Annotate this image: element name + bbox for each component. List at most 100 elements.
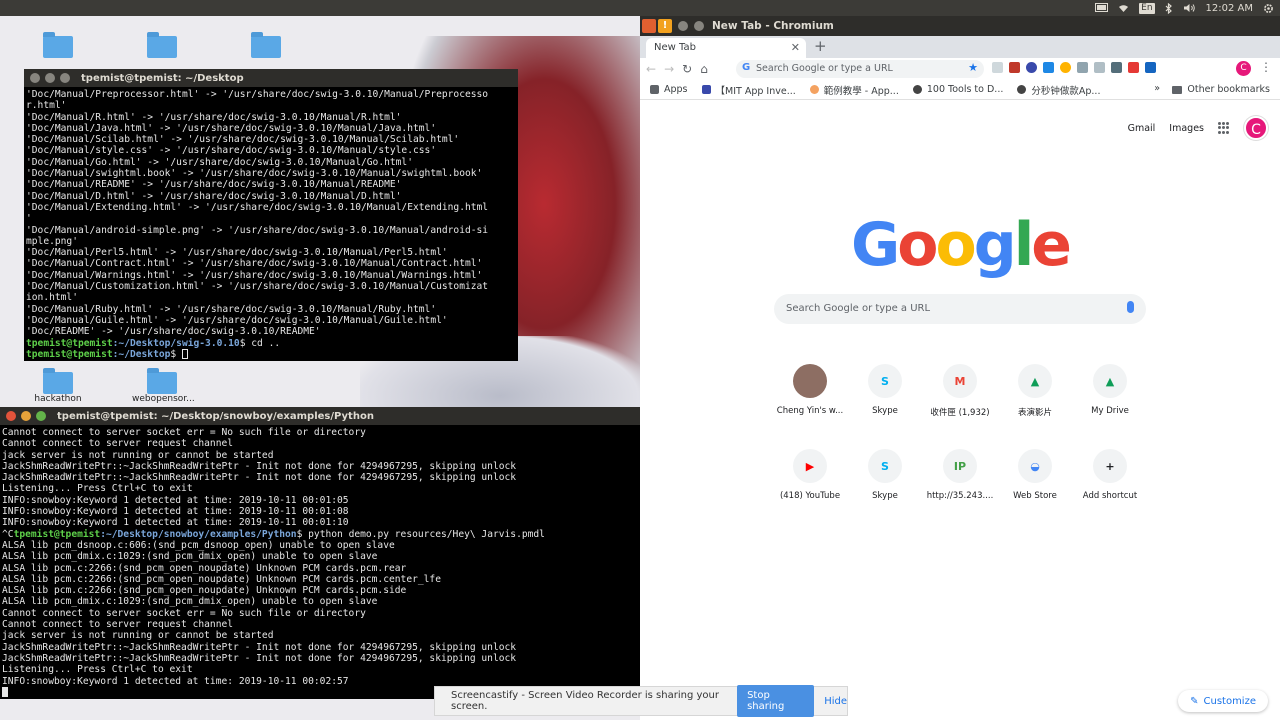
- close-window-button[interactable]: [30, 73, 40, 83]
- desktop-folder-hackathon[interactable]: hackathon: [28, 368, 88, 404]
- terminal-output[interactable]: Cannot connect to server socket err = No…: [0, 425, 674, 699]
- prompt-path: :~/Desktop/snowboy/examples/Python: [100, 528, 297, 540]
- bookmark-item[interactable]: 100 Tools to D...: [912, 84, 1003, 95]
- shortcut-favicon-icon: M: [943, 364, 977, 398]
- bookmark-item[interactable]: 分秒钟做款Ap...: [1017, 83, 1100, 97]
- google-apps-icon[interactable]: [1218, 122, 1230, 134]
- terminal-line: 'Doc/Manual/Customization.html' -> '/usr…: [26, 281, 489, 293]
- extension-icon[interactable]: [1043, 62, 1054, 73]
- extension-icon[interactable]: [1111, 62, 1122, 73]
- warning-icon[interactable]: !: [658, 19, 672, 33]
- shortcut-tile[interactable]: S Skype: [849, 449, 921, 501]
- back-arrow-icon[interactable]: ←: [646, 62, 656, 76]
- extension-icon[interactable]: [992, 62, 1003, 73]
- shortcut-favicon-icon: S: [868, 449, 902, 483]
- kebab-menu-icon[interactable]: ⋮: [1260, 60, 1272, 74]
- display-icon[interactable]: [1095, 3, 1109, 13]
- terminal-line: JackShmReadWritePtr::~JackShmReadWritePt…: [2, 460, 517, 472]
- prompt-path: :~/Desktop: [112, 348, 171, 360]
- shortcut-tile[interactable]: S Skype: [849, 364, 921, 416]
- shortcut-tile[interactable]: ◒ Web Store: [999, 449, 1071, 501]
- images-link[interactable]: Images: [1169, 123, 1204, 134]
- terminal-window-snowboy[interactable]: tpemist@tpemist: ~/Desktop/snowboy/examp…: [0, 407, 674, 699]
- shortcut-tile[interactable]: ▲ My Drive: [1074, 364, 1146, 416]
- shortcut-tile[interactable]: IP http://35.243....: [924, 449, 996, 501]
- maximize-window-button[interactable]: [36, 411, 46, 421]
- text-cursor: [2, 686, 8, 697]
- browser-titlebar[interactable]: ! New Tab - Chromium: [640, 16, 1280, 36]
- globe-icon: [1017, 85, 1027, 94]
- extension-icon[interactable]: [1026, 62, 1037, 73]
- minimize-window-button[interactable]: [21, 411, 31, 421]
- folder-icon: [43, 32, 73, 58]
- extension-icon[interactable]: [1094, 62, 1105, 73]
- firefox-launcher-icon[interactable]: [642, 19, 656, 33]
- extension-icon[interactable]: [1145, 62, 1156, 73]
- power-gear-icon[interactable]: [1263, 3, 1274, 14]
- customize-button[interactable]: ✎ Customize: [1178, 690, 1268, 712]
- volume-icon[interactable]: [1183, 3, 1196, 13]
- terminal-window-desktop[interactable]: tpemist@tpemist: ~/Desktop 'Doc/Manual/P…: [24, 69, 518, 361]
- keyboard-layout-indicator[interactable]: En: [1139, 2, 1155, 14]
- terminal-line: 'Doc/Manual/README' -> '/usr/share/doc/s…: [26, 179, 402, 191]
- bookmark-item[interactable]: 範例教學 - App...: [809, 83, 899, 97]
- customize-label: Customize: [1203, 695, 1257, 707]
- reload-icon[interactable]: ↻: [682, 62, 692, 76]
- minimize-window-button[interactable]: [694, 21, 704, 31]
- shortcut-label: (418) YouTube: [779, 491, 841, 501]
- extensions-area: [992, 62, 1156, 73]
- ntp-search-box[interactable]: Search Google or type a URL: [774, 294, 1146, 324]
- shortcut-label: Skype: [872, 491, 898, 501]
- close-window-button[interactable]: [6, 411, 16, 421]
- forward-arrow-icon[interactable]: →: [664, 62, 674, 76]
- hide-banner-button[interactable]: Hide: [824, 696, 847, 707]
- terminal-line: 'Doc/Manual/swightml.book' -> '/usr/shar…: [26, 168, 483, 180]
- terminal-line: Cannot connect to server socket err = No…: [2, 607, 366, 619]
- gmail-link[interactable]: Gmail: [1128, 123, 1156, 134]
- desktop-folder[interactable]: [236, 32, 296, 58]
- extension-icon[interactable]: [1077, 62, 1088, 73]
- terminal-titlebar[interactable]: tpemist@tpemist: ~/Desktop/snowboy/examp…: [0, 407, 674, 425]
- terminal-titlebar[interactable]: tpemist@tpemist: ~/Desktop: [24, 69, 518, 87]
- prompt-path: :~/Desktop/swig-3.0.10: [112, 337, 240, 349]
- terminal-line: r.html': [26, 100, 67, 112]
- extension-icon[interactable]: [1060, 62, 1071, 73]
- close-window-button[interactable]: [678, 21, 688, 31]
- folder-icon: [1172, 85, 1183, 94]
- shortcut-tile[interactable]: M 收件匣 (1,932): [924, 364, 996, 418]
- stop-sharing-button[interactable]: Stop sharing: [737, 685, 815, 717]
- bookmark-item[interactable]: 【MIT App Inve...: [701, 83, 796, 97]
- terminal-line: 'Doc/Manual/Guile.html' -> '/usr/share/d…: [26, 314, 448, 326]
- microphone-icon[interactable]: [1127, 301, 1134, 313]
- other-bookmarks[interactable]: Other bookmarks: [1172, 84, 1270, 95]
- shortcut-tile[interactable]: Cheng Yin's w...: [774, 364, 846, 416]
- bluetooth-icon[interactable]: [1165, 2, 1173, 14]
- bookmark-star-icon[interactable]: ★: [968, 61, 978, 74]
- account-avatar[interactable]: C: [1244, 116, 1268, 140]
- shortcut-favicon-icon: ▲: [1093, 364, 1127, 398]
- new-tab-page: Gmail Images C Google Search Google or t…: [640, 100, 1280, 720]
- desktop-folder[interactable]: [132, 32, 192, 58]
- clock[interactable]: 12:02 AM: [1206, 3, 1253, 14]
- tab-label: New Tab: [654, 42, 696, 53]
- tab-new-tab[interactable]: New Tab ✕: [646, 38, 806, 58]
- extension-icon[interactable]: [1009, 62, 1020, 73]
- home-icon[interactable]: ⌂: [700, 62, 708, 76]
- close-tab-icon[interactable]: ✕: [791, 41, 800, 54]
- omnibox[interactable]: G Search Google or type a URL ★: [736, 60, 984, 78]
- shortcut-tile[interactable]: + Add shortcut: [1074, 449, 1146, 501]
- wifi-icon[interactable]: [1118, 3, 1129, 13]
- more-bookmarks-chevron-icon[interactable]: »: [1154, 83, 1160, 94]
- maximize-window-button[interactable]: [60, 73, 70, 83]
- minimize-window-button[interactable]: [45, 73, 55, 83]
- shortcut-label: 收件匣 (1,932): [930, 408, 990, 418]
- extension-icon[interactable]: [1128, 62, 1139, 73]
- desktop-folder-webopensor[interactable]: webopensor...: [132, 368, 195, 404]
- profile-avatar[interactable]: C: [1236, 61, 1251, 76]
- desktop-folder[interactable]: [28, 32, 88, 58]
- bookmark-apps[interactable]: Apps: [650, 84, 688, 95]
- new-tab-plus-icon[interactable]: +: [814, 37, 827, 55]
- shortcut-tile[interactable]: ▶ (418) YouTube: [774, 449, 846, 501]
- terminal-output[interactable]: 'Doc/Manual/Preprocessor.html' -> '/usr/…: [24, 87, 518, 361]
- shortcut-tile[interactable]: ▲ 表演影片: [999, 364, 1071, 418]
